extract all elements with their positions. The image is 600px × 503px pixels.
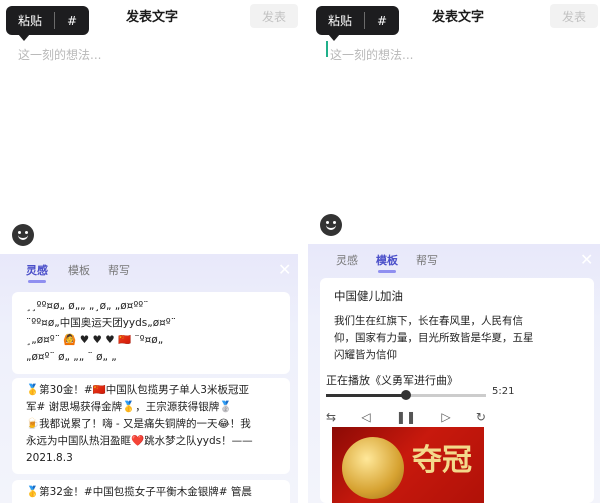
repeat-icon[interactable]: ⇆ (326, 410, 336, 424)
close-icon[interactable]: ✕ (580, 250, 593, 269)
poster-text: 夺冠 (412, 443, 472, 478)
pause-icon[interactable]: ❚❚ (396, 410, 416, 424)
card-line: 🍺我都说累了！嗨 - 又是痛失铜牌的一天😂！我 (26, 418, 251, 430)
card-line: 🥇第32金！#中国包揽女子平衡木金银牌# 管晨 (26, 486, 252, 498)
template-line: 仰，国家有力量，目光所致皆是华夏，五星 (334, 332, 534, 344)
page-title: 发表文字 (432, 10, 485, 25)
template-drawer: 灵感 模板 帮写 ✕ 中国健儿加油 我们生在红旗下，长在春风里，人民有信 仰，国… (308, 244, 600, 503)
progress-knob[interactable] (401, 390, 411, 400)
tab-inspiration[interactable]: 灵感 (336, 252, 358, 268)
emoji-bar (308, 206, 600, 244)
inspiration-card-2[interactable]: 🥇第30金！#🇨🇳中国队包揽男子单人3米板冠亚 军# 谢思埸获得金牌🥇，王宗源获… (12, 378, 290, 474)
publish-button[interactable]: 发表 (550, 4, 598, 28)
drawer-tabs: 灵感 模板 帮写 ✕ (0, 254, 298, 284)
template-line: 闪耀皆为信仰 (334, 349, 397, 361)
emoji-icon[interactable] (12, 224, 34, 246)
card-line: ¸„ø¤º¨ 🙆 ♥ ♥ ♥ 🇨🇳 ¨º¤ø„ (26, 334, 164, 346)
next-icon[interactable]: ▷ (441, 410, 450, 424)
paste-button[interactable]: 粘贴 (316, 6, 364, 35)
top-bar: 粘贴 # 发表文字 发表 (308, 0, 600, 41)
tab-write-help[interactable]: 帮写 (416, 252, 438, 268)
thought-input[interactable]: 这一刻的想法... (18, 46, 101, 63)
popup-tail (18, 34, 30, 41)
gold-medal-icon (342, 437, 404, 499)
emoji-icon[interactable] (320, 214, 342, 236)
progress-fill (326, 394, 406, 397)
card-line: „ø¤º¨ ø„ „„ ¨ ø„ „ (26, 351, 117, 363)
emoji-bar (0, 216, 298, 254)
template-title: 中国健儿加油 (334, 289, 403, 303)
text-caret (326, 41, 328, 57)
paste-button[interactable]: 粘贴 (6, 6, 54, 35)
publish-button[interactable]: 发表 (250, 4, 298, 28)
left-compose-screen: 粘贴 # 发表文字 发表 这一刻的想法... 灵感 模板 帮写 ✕ ¸¸ºº¤ø… (0, 0, 298, 503)
popup-tail (328, 34, 340, 41)
card-line: 🥇第30金！#🇨🇳中国队包揽男子单人3米板冠亚 (26, 384, 249, 396)
template-poster-image[interactable]: 夺冠 (332, 427, 484, 503)
tab-inspiration[interactable]: 灵感 (26, 262, 48, 283)
page-title: 发表文字 (126, 10, 179, 25)
card-line: 军# 谢思埸获得金牌🥇，王宗源获得银牌🥈 (26, 401, 233, 413)
tab-write-help[interactable]: 帮写 (108, 262, 130, 278)
inspiration-card-3[interactable]: 🥇第32金！#中国包揽女子平衡木金银牌# 管晨 (12, 480, 290, 503)
thought-input[interactable]: 这一刻的想法... (330, 46, 413, 63)
progress-track[interactable] (326, 390, 486, 400)
paste-popup: 粘贴 # (6, 6, 90, 41)
close-icon[interactable]: ✕ (278, 260, 291, 279)
duration-text: 5:21 (492, 386, 515, 397)
tab-template[interactable]: 模板 (68, 262, 90, 278)
card-line: 2021.8.3 (26, 452, 73, 464)
previous-icon[interactable]: ◁ (361, 410, 370, 424)
music-player: 正在播放《义勇军进行曲》 5:21 ⇆ ◁ ❚❚ ▷ ↻ (326, 372, 586, 424)
card-line: ¸¸ºº¤ø„ ø„„ „¸ø„ „ø¤ºº¨ (26, 300, 149, 312)
drawer-tabs: 灵感 模板 帮写 ✕ (308, 244, 600, 274)
loop-icon[interactable]: ↻ (476, 410, 486, 424)
card-line: ¨ºº¤ø„中国奥运天团yyds„ø¤º¨ (26, 317, 176, 329)
card-line: 永远为中国队热泪盈眶❤️跳水梦之队yyds！—— (26, 435, 253, 447)
right-compose-screen: 粘贴 # 发表文字 发表 这一刻的想法... 灵感 模板 帮写 ✕ 中国健儿加油… (308, 0, 600, 503)
inspiration-drawer: 灵感 模板 帮写 ✕ ¸¸ºº¤ø„ ø„„ „¸ø„ „ø¤ºº¨ ¨ºº¤ø… (0, 254, 298, 503)
hashtag-button[interactable]: # (365, 6, 399, 35)
inspiration-card-1[interactable]: ¸¸ºº¤ø„ ø„„ „¸ø„ „ø¤ºº¨ ¨ºº¤ø„中国奥运天团yyds… (12, 292, 290, 374)
divider-gap (298, 0, 308, 503)
now-playing-text: 正在播放《义勇军进行曲》 (326, 374, 458, 387)
template-line: 我们生在红旗下，长在春风里，人民有信 (334, 315, 523, 327)
hashtag-button[interactable]: # (55, 6, 89, 35)
paste-popup: 粘贴 # (316, 6, 400, 41)
player-controls: ⇆ ◁ ❚❚ ▷ ↻ (326, 410, 486, 424)
top-bar: 粘贴 # 发表文字 发表 (0, 0, 298, 41)
tab-template[interactable]: 模板 (376, 252, 398, 273)
